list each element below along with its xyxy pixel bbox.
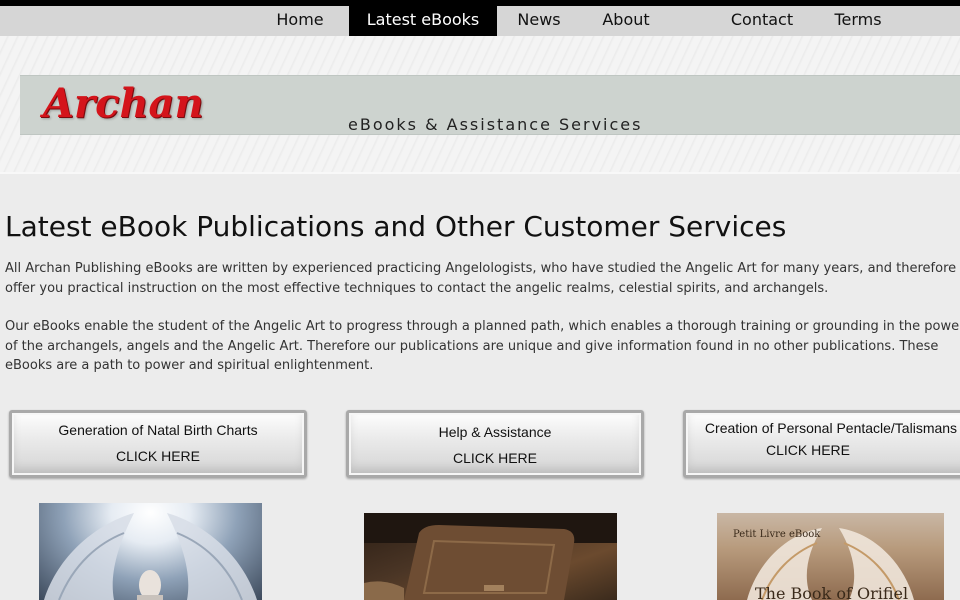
nav-home[interactable]: Home bbox=[265, 6, 335, 34]
natal-charts-button[interactable]: Generation of Natal Birth Charts CLICK H… bbox=[9, 410, 307, 478]
help-assistance-cta: CLICK HERE bbox=[452, 450, 538, 466]
nav-about[interactable]: About bbox=[594, 6, 658, 34]
angel-wings-image[interactable] bbox=[39, 503, 262, 600]
pentacle-talismans-button[interactable]: Creation of Personal Pentacle/Talismans … bbox=[683, 410, 960, 478]
angel-wings-icon bbox=[44, 513, 257, 600]
site-logo[interactable]: Archan bbox=[43, 80, 204, 127]
book-cover-image[interactable]: Petit Livre eBook The Book of Orifiel bbox=[717, 513, 944, 600]
description-paragraph: Our eBooks enable the student of the Ang… bbox=[5, 319, 960, 373]
natal-charts-title: Generation of Natal Birth Charts bbox=[58, 422, 258, 438]
old-book-icon bbox=[364, 513, 617, 600]
nav-news[interactable]: News bbox=[508, 6, 570, 34]
page-title: Latest eBook Publications and Other Cust… bbox=[5, 210, 787, 243]
nav-contact[interactable]: Contact bbox=[723, 6, 801, 34]
nav-terms[interactable]: Terms bbox=[826, 6, 890, 34]
old-book-image[interactable] bbox=[364, 513, 617, 600]
book-cover-title: The Book of Orifiel bbox=[755, 584, 909, 600]
nav-latest-ebooks[interactable]: Latest eBooks bbox=[349, 6, 497, 40]
natal-charts-cta: CLICK HERE bbox=[115, 448, 201, 464]
pentacle-talismans-title: Creation of Personal Pentacle/Talismans bbox=[704, 420, 958, 436]
book-cover-small-text: Petit Livre eBook bbox=[733, 529, 821, 540]
header-divider bbox=[0, 172, 960, 174]
intro-paragraph: All Archan Publishing eBooks are written… bbox=[5, 261, 957, 296]
site-tagline: eBooks & Assistance Services bbox=[348, 115, 643, 134]
pentacle-talismans-cta: CLICK HERE bbox=[765, 442, 851, 458]
help-assistance-title: Help & Assistance bbox=[438, 424, 552, 440]
help-assistance-button[interactable]: Help & Assistance CLICK HERE bbox=[346, 410, 644, 478]
